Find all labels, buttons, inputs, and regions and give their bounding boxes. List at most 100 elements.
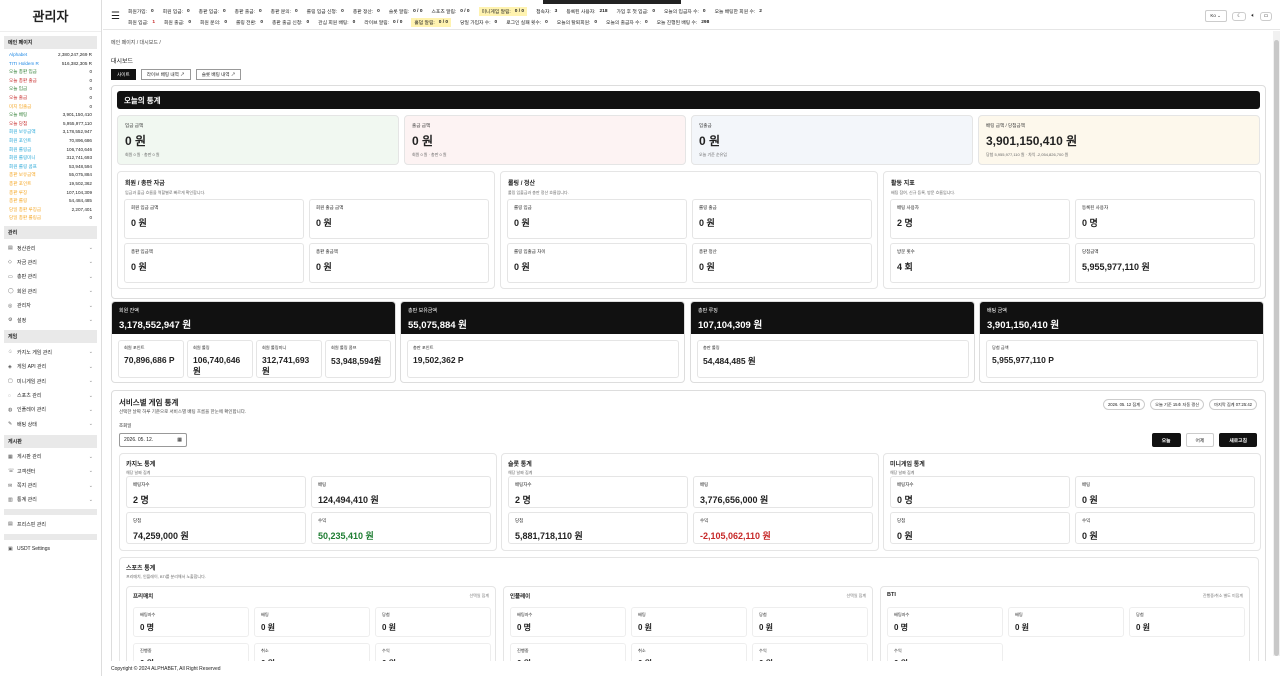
status-chip: 2026. 05. 12 집계 [1102, 399, 1146, 410]
notification-item[interactable]: 오늘의 입금자 수: 0 [664, 8, 706, 15]
sidebar-item[interactable]: ◯ 회원 관리 ⌄ [0, 284, 101, 298]
language-select[interactable]: Ko ⌄ [1205, 10, 1228, 22]
game-stat-tile: 수익 0 원 [1075, 512, 1255, 544]
service-stats-title: 서비스별 게임 통계 [119, 398, 179, 407]
game-stat-label: 배팅 [318, 482, 327, 487]
calendar-icon[interactable]: ▦ [177, 437, 182, 443]
fullscreen-toggle[interactable]: ▭ [1260, 11, 1272, 21]
tab-0[interactable]: 사이트 [111, 69, 136, 80]
notification-label: 가입 후 첫 입금: [616, 9, 649, 15]
sidebar-stat-label: Alphabet [9, 52, 28, 57]
sidebar-item[interactable]: ◎ 관리자 ⌄ [0, 298, 101, 312]
sidebar-stat-row: 회원 보유금액 3,178,552,947 [0, 128, 101, 137]
notification-item[interactable]: 슬롯 알림: 0 / 0 [389, 8, 423, 15]
notification-item[interactable]: 라이브 알림: 0 / 0 [364, 19, 402, 26]
stat-tile: 방문 횟수 4 회 [890, 243, 1070, 283]
sidebar-item[interactable]: ☏ 고객센터 ⌄ [0, 464, 101, 478]
sidebar-item[interactable]: ▭ 총판 관리 ⌄ [0, 270, 101, 284]
game-stat-tile: 배팅자수 2 명 [508, 476, 688, 508]
notification-item[interactable]: 관심 회원 배팅: 0 [318, 19, 355, 26]
sidebar-item[interactable]: ✉ 쪽지 관리 ⌄ [0, 478, 101, 492]
yesterday-button[interactable]: 어제 [1185, 433, 1215, 447]
sidebar-stat-row: 오늘 출금 0 [0, 94, 101, 103]
hamburger-menu-icon[interactable]: ☰ [111, 11, 120, 22]
notification-item[interactable]: 미니게임 알림: 0 / 0 [478, 6, 528, 16]
notification-item[interactable]: 오늘 배팅한 회원 수: 2 [715, 8, 762, 15]
notification-item[interactable]: 총판 문의: 0 [271, 8, 298, 15]
window-icon: ▭ [1263, 13, 1269, 19]
notification-item[interactable]: 오늘 진행된 배팅 수: 298 [657, 19, 710, 26]
menu-icon: ▢ [8, 378, 13, 385]
game-stat-value: 0 명 [897, 495, 913, 505]
sidebar-item[interactable]: ▢ 미니게임 관리 ⌄ [0, 374, 101, 388]
sidebar-item-label: 인플레이 관리 [17, 407, 46, 414]
notification-label: 당일 가입자 수: [460, 20, 491, 26]
notification-item[interactable]: 홀덤 알림: 0 / 0 [411, 17, 452, 27]
sidebar-item[interactable]: ▦ 게시판 관리 ⌄ [0, 450, 101, 464]
sound-icon[interactable]: 🔈︎ [1251, 13, 1255, 20]
tab-1[interactable]: 라이브 배팅 내역 ↗ [140, 69, 191, 80]
sidebar-main-heading[interactable]: 메인 페이지 [4, 36, 97, 49]
sidebar-divider [4, 509, 97, 516]
sidebar-item[interactable]: ⚙ 설정 ⌄ [0, 313, 101, 327]
notification-item[interactable]: 총판 출금: 0 [235, 8, 262, 15]
notification-item[interactable]: 오늘의 탈퇴회원: 0 [557, 19, 597, 26]
notification-item[interactable]: 총판 정산: 0 [353, 8, 380, 15]
notification-row-2: 회원 입금: 1 회원 출금: 0 회원 문의: 0 롤링 전환: 0 총판 출금 신청: 0 관심… [128, 17, 718, 27]
notification-item[interactable]: 회원 출금: 0 [164, 19, 191, 26]
notification-count: 0 [259, 8, 262, 14]
sidebar-item[interactable]: ◍ 인플레이 관리 ⌄ [0, 403, 101, 417]
date-input[interactable]: 2026. 05. 12. ▦ [119, 433, 187, 447]
sidebar-item[interactable]: ◌ 스포츠 관리 ⌄ [0, 388, 101, 402]
notification-label: 총판 출금: [234, 9, 255, 15]
notification-item[interactable]: 접속자: 3 [536, 8, 557, 15]
summary-card-label: 입금 금액 [125, 123, 144, 128]
notification-item[interactable]: 회원 문의: 0 [200, 19, 227, 26]
menu-icon: ◎ [8, 302, 13, 309]
refresh-button[interactable]: 새로고침 [1219, 433, 1257, 447]
sidebar-board-heading: 게시판 [4, 434, 97, 448]
sidebar-item[interactable]: ◈ 게임 API 관리 ⌄ [0, 360, 101, 374]
sidebar-item[interactable]: ♤ 카지노 게임 관리 ⌄ [0, 345, 101, 359]
notification-label: 오늘 진행된 배팅 수: [656, 20, 698, 26]
today-button[interactable]: 오늘 [1151, 433, 1181, 447]
sidebar-item[interactable]: ▥ 통계 관리 ⌄ [0, 493, 101, 507]
notification-item[interactable]: 회원 입금: 0 [163, 8, 190, 15]
notification-item[interactable]: 롤링 전환: 0 [236, 19, 263, 26]
dark-mode-toggle[interactable]: ☾ [1232, 11, 1247, 21]
notification-item[interactable]: 스포츠 알림: 0 / 0 [432, 8, 470, 15]
stat-tile-value: 4 회 [897, 262, 913, 272]
sidebar-item-label: 자금 관리 [17, 259, 37, 266]
notification-item[interactable]: 총판 입금: 0 [199, 8, 226, 15]
stat-group: 회원 / 총판 자금 입금과 출금 흐름을 역할별로 빠르게 확인합니다. 회원 입… [117, 171, 495, 289]
sidebar-stat-row: 오늘 총판 출금 0 [0, 77, 101, 86]
sidebar-item[interactable]: ▤ 프리스핀 관리 [0, 517, 101, 531]
stat-tile-label: 등록된 사용자 [1082, 205, 1109, 210]
tab-2[interactable]: 슬롯 배팅 내역 ↗ [195, 69, 242, 80]
scrollbar-thumb[interactable] [1274, 40, 1279, 656]
sidebar: 관리자 메인 페이지 Alphabet 2,380,247,269 R TITI H… [0, 0, 102, 676]
notification-item[interactable]: 회원가입: 0 [128, 8, 154, 15]
sidebar-item-label: 스포츠 관리 [17, 393, 42, 400]
notification-item[interactable]: 롤링 입금 신청: 0 [307, 8, 344, 15]
game-stat-value: 0 원 [1082, 531, 1098, 541]
notification-item[interactable]: 총판 출금 신청: 0 [272, 19, 309, 26]
sidebar-item[interactable]: ✎ 배팅 상태 ⌄ [0, 417, 101, 431]
notification-item[interactable]: 당일 가입자 수: 0 [460, 19, 497, 26]
notification-label: 회원 출금: [164, 20, 185, 26]
sidebar-stat-label: 총판 보유금액 [9, 172, 36, 178]
sidebar-item[interactable]: ▤ 정산관리 ⌄ [0, 241, 101, 255]
notification-item[interactable]: 등록된 사용자: 218 [566, 8, 607, 15]
sidebar-stat-row: 당일 총판 루징금 2,207,401 [0, 206, 101, 215]
notification-item[interactable]: 가입 후 첫 입금: 0 [617, 8, 655, 15]
notification-item[interactable]: 로그인 실패 횟수: 0 [506, 19, 548, 26]
notification-count: 0 [377, 8, 380, 14]
notification-item[interactable]: 회원 입금: 1 [128, 19, 155, 26]
notification-item[interactable]: 오늘의 출금자 수: 0 [606, 19, 648, 26]
sidebar-stat-value: 55,075,884 [69, 172, 92, 178]
game-stat-label: 수익 [318, 518, 327, 523]
service-chips: 2026. 05. 12 집계 오늘 기준 15초 자동 갱신 마지막 집계 07:… [1102, 399, 1257, 410]
sidebar-stat-row: 총판 루징 107,104,309 [0, 189, 101, 198]
sidebar-item[interactable]: ◇ 자금 관리 ⌄ [0, 255, 101, 269]
sidebar-item[interactable]: ▣ USDT Settings [0, 542, 101, 556]
